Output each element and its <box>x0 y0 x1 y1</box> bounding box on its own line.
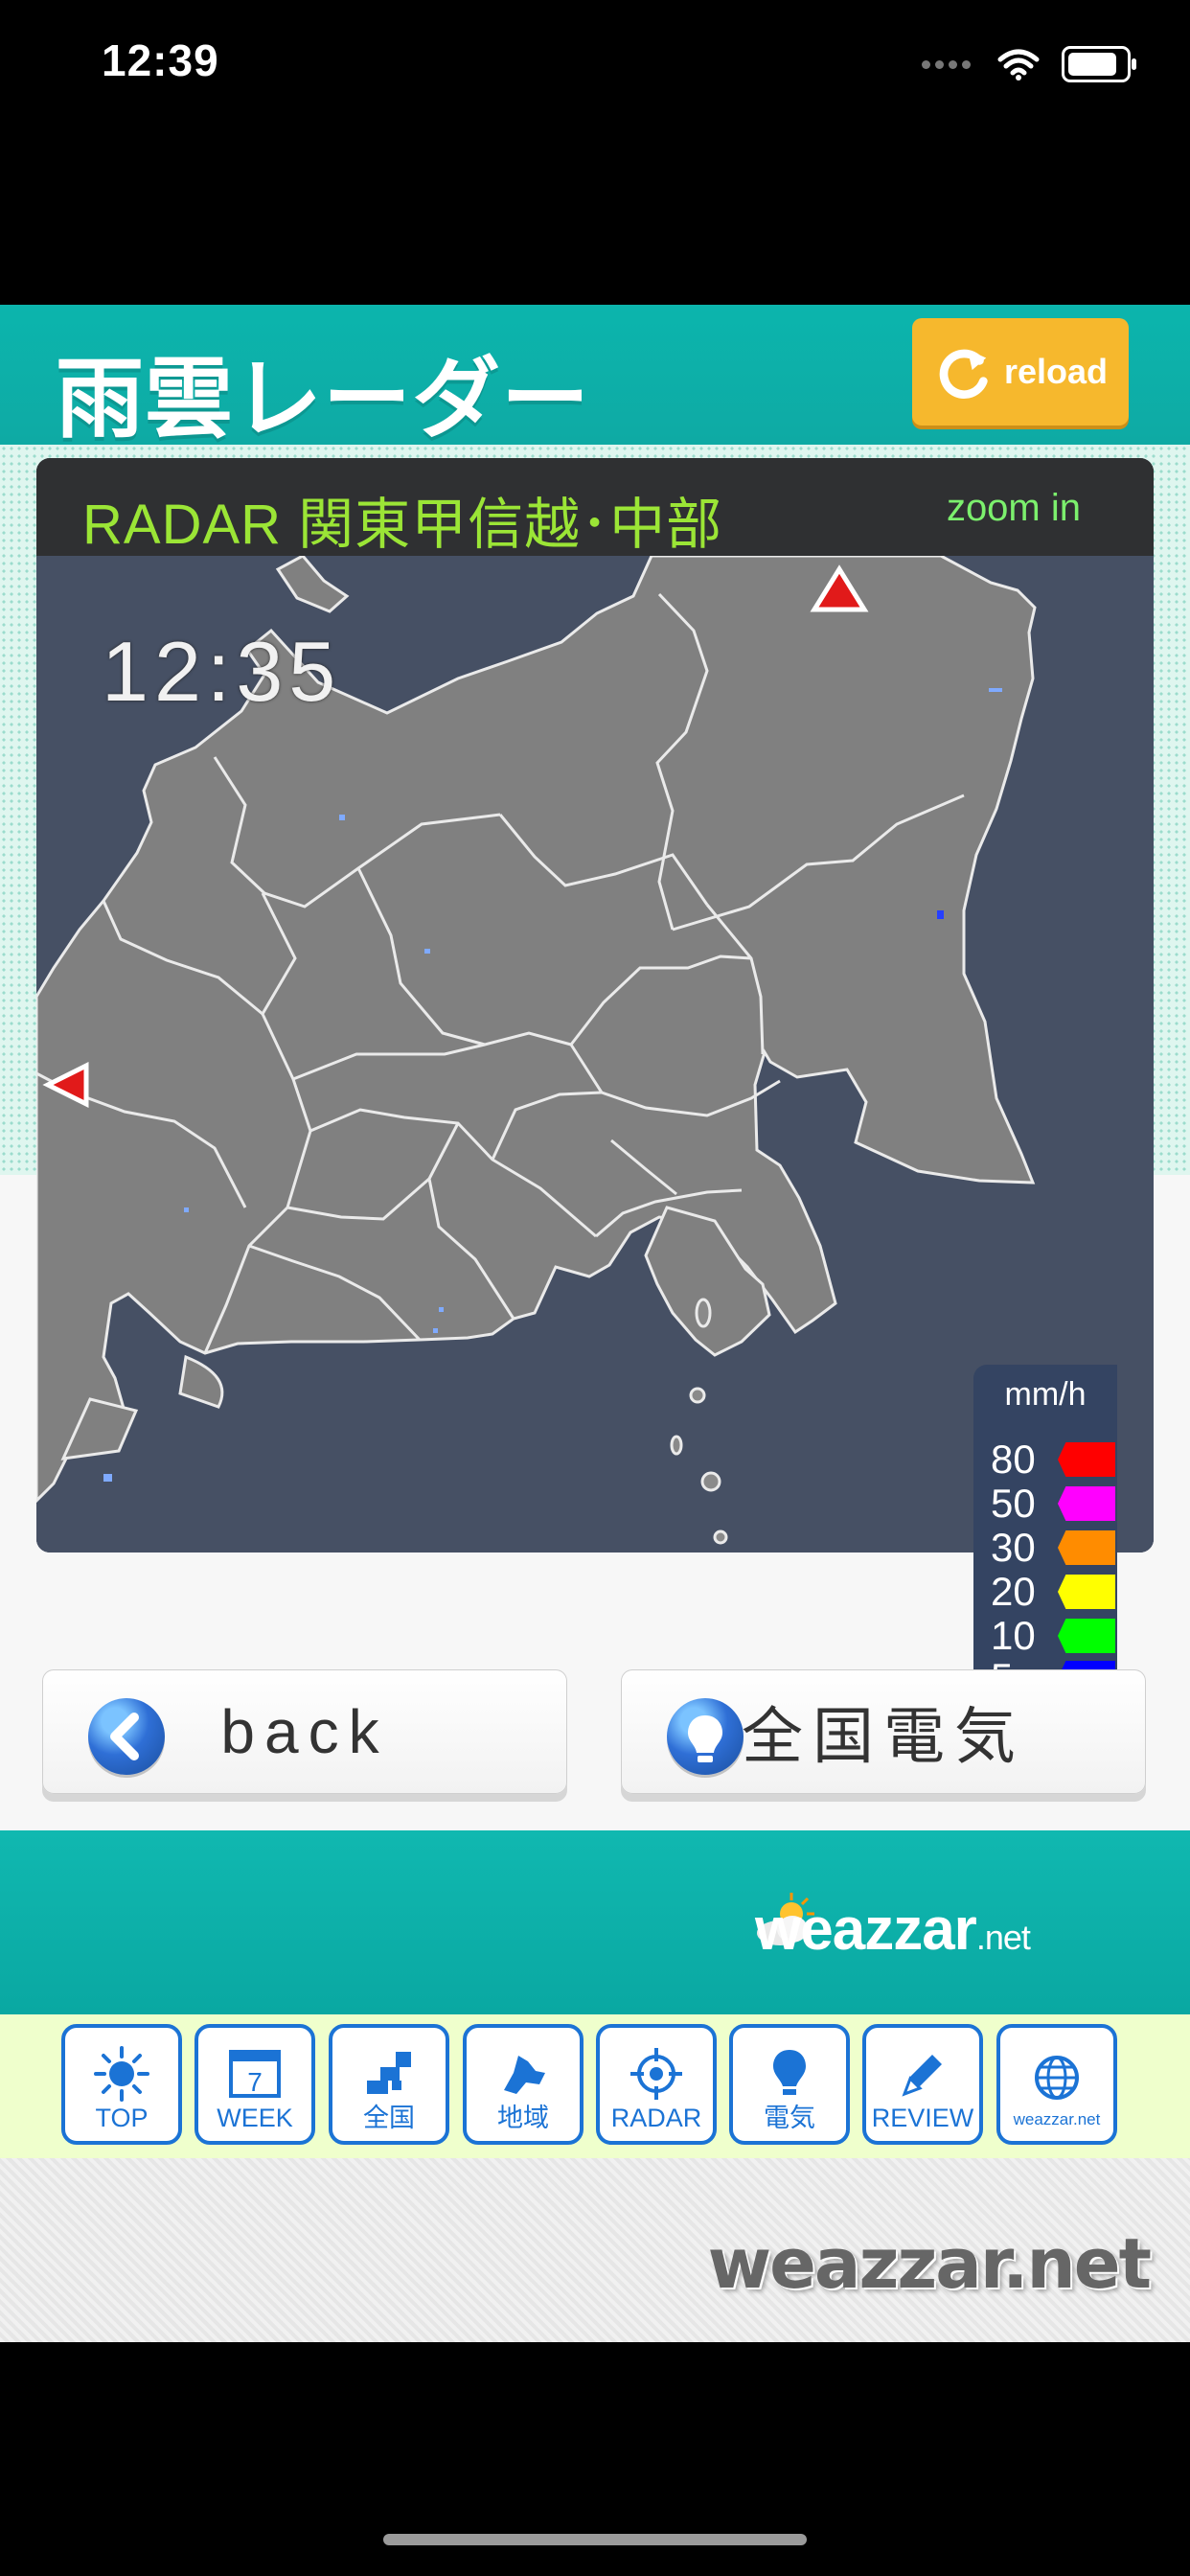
back-label: back <box>220 1697 389 1766</box>
legend-row-20: 20 <box>991 1569 1115 1614</box>
tab-review[interactable]: REVIEW <box>862 2024 983 2145</box>
lightbulb-icon <box>773 2050 806 2095</box>
status-time: 12:39 <box>102 35 219 85</box>
status-bar: 12:39 <box>0 0 1190 134</box>
tab-radar[interactable]: RADAR <box>596 2024 717 2145</box>
reload-icon <box>939 349 988 399</box>
tab-electricity[interactable]: 電気 <box>729 2024 850 2145</box>
bottom-tab-bar: TOP 7 WEEK 全国 地域 RADAR 電気 REVIEW weazzar… <box>0 2014 1190 2158</box>
legend-row-30: 30 <box>991 1525 1115 1570</box>
status-icons <box>922 46 1136 82</box>
svg-text:7: 7 <box>247 2067 263 2097</box>
back-button[interactable]: back <box>42 1669 567 1794</box>
zoom-in-button[interactable]: zoom in <box>947 487 1081 530</box>
page-title: 雨雲レーダー <box>56 351 591 448</box>
home-indicator[interactable] <box>383 2534 807 2545</box>
header: 雨雲レーダー reload <box>0 305 1190 448</box>
signal-dots-icon <box>922 58 975 71</box>
calendar-icon: 7 <box>229 2050 281 2098</box>
legend-row-10: 10 <box>991 1613 1115 1658</box>
national-electricity-label: 全国電気 <box>742 1702 1025 1771</box>
reload-label: reload <box>1003 352 1109 391</box>
brand-name: weazzar.net <box>755 1897 1031 1963</box>
wifi-icon <box>997 49 1040 80</box>
national-electricity-button[interactable]: 全国電気 <box>621 1669 1146 1794</box>
reload-button[interactable]: reload <box>912 318 1129 426</box>
hokkaido-icon <box>504 2056 545 2094</box>
tab-weazzar[interactable]: weazzar.net <box>996 2024 1117 2145</box>
target-icon <box>630 2048 682 2100</box>
globe-icon <box>1035 2056 1079 2100</box>
app-screen: 雨雲レーダー reload RADAR 関東甲信越･中部 zoom in 12:… <box>0 305 1190 2342</box>
tab-week[interactable]: 7 WEEK <box>195 2024 315 2145</box>
battery-icon <box>1062 46 1136 82</box>
radar-title: RADAR 関東甲信越･中部 <box>82 494 723 556</box>
radar-time: 12:35 <box>102 624 342 719</box>
sun-icon <box>94 2046 149 2102</box>
radar-header: RADAR 関東甲信越･中部 zoom in <box>36 458 1154 556</box>
pencil-icon <box>902 2055 942 2097</box>
legend-unit: mm/h <box>1004 1376 1087 1413</box>
tab-national[interactable]: 全国 <box>329 2024 449 2145</box>
legend-row-80: 80 <box>991 1437 1115 1482</box>
ad-logo: weazzar.net <box>707 2223 1152 2304</box>
japan-map-icon <box>367 2052 411 2094</box>
tab-region[interactable]: 地域 <box>463 2024 584 2145</box>
legend-row-50: 50 <box>991 1481 1115 1526</box>
tab-top[interactable]: TOP <box>61 2024 182 2145</box>
